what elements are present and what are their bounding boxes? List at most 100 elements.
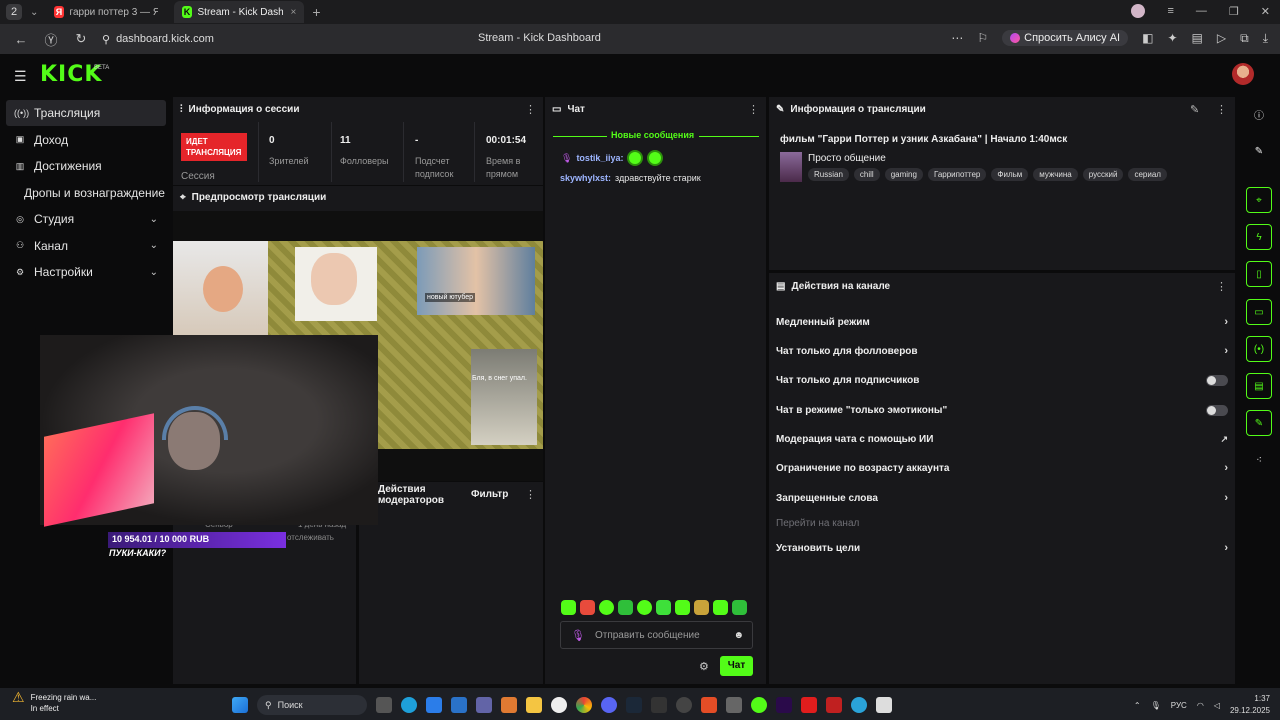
clock[interactable]: 1:37 29.12.2025 bbox=[1230, 693, 1270, 717]
chat-username[interactable]: skywhylxst: bbox=[560, 173, 611, 183]
play-icon[interactable]: ▷ bbox=[1217, 31, 1226, 45]
sidebar-item-settings[interactable]: ⚙ Настройки ⌄ bbox=[6, 259, 166, 285]
minimize-icon[interactable]: — bbox=[1196, 5, 1207, 17]
bolt-icon[interactable]: ϟ bbox=[1246, 224, 1272, 250]
sidebar-item-drops[interactable]: Дропы и вознаграждение bbox=[6, 180, 166, 206]
app-icon[interactable] bbox=[501, 697, 517, 713]
task-view-icon[interactable] bbox=[376, 697, 392, 713]
server-icon[interactable]: ▤ bbox=[1246, 373, 1272, 399]
kick-app-icon[interactable] bbox=[751, 697, 767, 713]
emote-icon[interactable] bbox=[694, 600, 709, 615]
close-icon[interactable]: × bbox=[291, 7, 297, 18]
mic-icon[interactable]: 🎙 bbox=[571, 629, 585, 642]
emote-icon[interactable] bbox=[656, 600, 671, 615]
reload-icon[interactable]: ↻ bbox=[72, 31, 90, 47]
chat-settings-icon[interactable]: ⚙ bbox=[699, 660, 709, 673]
chevron-up-icon[interactable]: ⌃ bbox=[1134, 701, 1141, 710]
app-icon[interactable] bbox=[701, 697, 717, 713]
filter-button[interactable]: Фильтр bbox=[471, 489, 508, 500]
back-icon[interactable]: ← bbox=[12, 32, 30, 47]
alice-button[interactable]: Спросить Алису AI bbox=[1002, 30, 1129, 46]
action-followers-only[interactable]: Чат только для фолловеров › bbox=[776, 343, 1228, 359]
browser-tab-yandex[interactable]: Я гарри поттер 3 — Яндекс bbox=[46, 1, 166, 23]
sparkle-icon[interactable]: ✦ bbox=[1167, 31, 1177, 45]
kebab-menu-icon[interactable]: ⋮ bbox=[525, 488, 536, 501]
share-icon[interactable]: ⁖ bbox=[1246, 447, 1272, 473]
user-avatar[interactable] bbox=[1232, 63, 1254, 85]
extension-icon[interactable]: ◧ bbox=[1142, 31, 1153, 45]
emote-only-toggle[interactable] bbox=[1206, 404, 1228, 416]
chevron-down-icon[interactable]: ⌄ bbox=[30, 7, 38, 18]
action-set-goals[interactable]: Установить цели › bbox=[776, 540, 1228, 556]
app-icon[interactable] bbox=[801, 697, 817, 713]
new-tab-button[interactable]: + bbox=[312, 4, 320, 20]
edit-icon[interactable]: ✎ bbox=[1190, 103, 1199, 116]
wrench-icon[interactable]: ✎ bbox=[1246, 410, 1272, 436]
edge-icon[interactable] bbox=[401, 697, 417, 713]
more-icon[interactable]: ⋯ bbox=[951, 31, 963, 45]
taskbar-search[interactable]: ⚲ Поиск bbox=[257, 695, 367, 715]
emote-icon[interactable] bbox=[561, 600, 576, 615]
sidebar-item-income[interactable]: ▣ Доход bbox=[6, 127, 166, 153]
chat-send-button[interactable]: Чат bbox=[720, 656, 753, 676]
chat-bubble-icon[interactable]: ▭ bbox=[1246, 299, 1272, 325]
action-ai-moderation[interactable]: Модерация чата с помощью ИИ ↗ bbox=[776, 431, 1228, 447]
url-field[interactable]: ⚲ dashboard.kick.com bbox=[102, 33, 214, 46]
app-icon[interactable] bbox=[826, 697, 842, 713]
yandex-home-icon[interactable]: Ⓨ bbox=[42, 30, 60, 49]
emote-icon[interactable] bbox=[732, 600, 747, 615]
restore-icon[interactable]: ❐ bbox=[1229, 5, 1239, 18]
teams-icon[interactable] bbox=[476, 697, 492, 713]
mic-icon[interactable]: 🎙 bbox=[1151, 701, 1161, 710]
telegram-icon[interactable] bbox=[851, 697, 867, 713]
emoji-icon[interactable]: ☻ bbox=[733, 630, 744, 641]
language-indicator[interactable]: РУС bbox=[1171, 701, 1187, 710]
volume-icon[interactable]: ◁ bbox=[1214, 701, 1220, 710]
action-go-to-channel[interactable]: Перейти на канал bbox=[776, 515, 1228, 531]
app-icon[interactable] bbox=[726, 697, 742, 713]
wifi-icon[interactable]: ◠ bbox=[1197, 701, 1204, 710]
action-slow-mode[interactable]: Медленный режим › bbox=[776, 314, 1228, 330]
sidebar-item-channel[interactable]: ⚇ Канал ⌄ bbox=[6, 233, 166, 259]
emote-icon[interactable] bbox=[580, 600, 595, 615]
tab-counter[interactable]: 2 bbox=[6, 4, 22, 20]
action-banned-words[interactable]: Запрещенные слова › bbox=[776, 490, 1228, 506]
edit-icon[interactable]: ✎ bbox=[1246, 138, 1272, 164]
obs-icon[interactable] bbox=[676, 697, 692, 713]
epic-icon[interactable] bbox=[651, 697, 667, 713]
kebab-menu-icon[interactable]: ⋮ bbox=[525, 103, 536, 116]
collections-icon[interactable]: ⧉ bbox=[1240, 31, 1249, 46]
windows-start-icon[interactable] bbox=[232, 697, 248, 713]
close-window-icon[interactable]: ✕ bbox=[1261, 5, 1270, 18]
mail-icon[interactable] bbox=[451, 697, 467, 713]
bookmark-icon[interactable]: ⚐ bbox=[977, 31, 988, 45]
discord-icon[interactable] bbox=[601, 697, 617, 713]
profile-icon[interactable] bbox=[1131, 4, 1146, 18]
emote-icon[interactable] bbox=[637, 600, 652, 615]
explorer-icon[interactable] bbox=[526, 697, 542, 713]
app-icon[interactable] bbox=[876, 697, 892, 713]
sidebar-item-studio[interactable]: ◎ Студия ⌄ bbox=[6, 206, 166, 232]
hamburger-icon[interactable]: ☰ bbox=[14, 68, 27, 85]
chat-input[interactable]: 🎙 Отправить сообщение ☻ bbox=[560, 621, 753, 649]
emote-icon[interactable] bbox=[618, 600, 633, 615]
chrome-icon[interactable] bbox=[576, 697, 592, 713]
kebab-menu-icon[interactable]: ⋮ bbox=[748, 103, 759, 116]
premiere-icon[interactable] bbox=[776, 697, 792, 713]
chat-username[interactable]: tostik_iiya: bbox=[576, 153, 623, 163]
info-icon[interactable]: ⓘ bbox=[1246, 101, 1272, 127]
emote-icon[interactable] bbox=[713, 600, 728, 615]
weather-widget[interactable]: ⚠ Freezing rain wa... In effect bbox=[12, 690, 96, 714]
emote-icon[interactable] bbox=[599, 600, 614, 615]
action-age-restriction[interactable]: Ограничение по возрасту аккаунта › bbox=[776, 460, 1228, 476]
subscribers-only-toggle[interactable] bbox=[1206, 374, 1228, 386]
reader-icon[interactable]: ▤ bbox=[1192, 31, 1203, 45]
browser-tab-kick[interactable]: K Stream - Kick Dashboard × bbox=[174, 1, 305, 23]
steam-icon[interactable] bbox=[626, 697, 642, 713]
sidebar-item-broadcast[interactable]: ((•)) Трансляция bbox=[6, 100, 166, 126]
download-icon[interactable]: ⤓ bbox=[1263, 31, 1268, 46]
kebab-menu-icon[interactable]: ⋮ bbox=[1216, 103, 1227, 116]
yandex-browser-icon[interactable] bbox=[551, 697, 567, 713]
document-icon[interactable]: ▯ bbox=[1246, 261, 1272, 287]
capture-icon[interactable]: ⌖ bbox=[1246, 187, 1272, 213]
